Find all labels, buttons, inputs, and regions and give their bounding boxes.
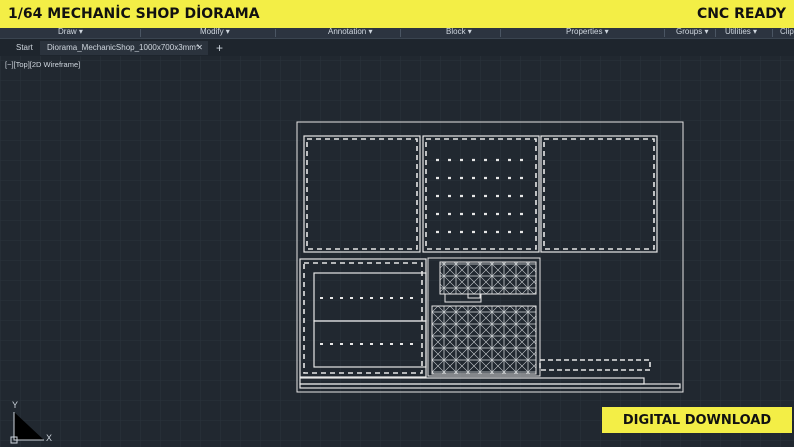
ucs-x-label: X — [46, 433, 53, 443]
menu-separator — [400, 29, 401, 37]
menu-utilities[interactable]: Utilities ▾ — [725, 28, 757, 36]
menu-groups[interactable]: Groups ▾ — [676, 28, 708, 36]
menu-separator — [275, 29, 276, 37]
roof-truss-panel — [427, 257, 541, 377]
menu-separator — [664, 29, 665, 37]
file-tab-bar: Start Diorama_MechanicShop_1000x700x3mm*… — [0, 38, 794, 56]
menu-modify[interactable]: Modify ▾ — [200, 28, 230, 36]
menu-annotation[interactable]: Annotation ▾ — [328, 28, 373, 36]
tab-file-label: Diorama_MechanicShop_1000x700x3mm* — [47, 43, 200, 52]
menu-draw[interactable]: Draw ▾ — [58, 28, 83, 36]
digital-download-badge: DIGITAL DOWNLOAD — [602, 407, 792, 433]
menu-clip[interactable]: Clip — [780, 28, 794, 36]
drawing-canvas[interactable] — [0, 0, 794, 447]
cnc-ready-badge: CNC READY — [696, 6, 786, 22]
top-banner: 1/64 MECHANİC SHOP DİORAMA CNC READY — [0, 0, 794, 28]
menu-separator — [772, 29, 773, 37]
tab-start[interactable]: Start — [6, 41, 43, 55]
menu-separator — [715, 29, 716, 37]
menu-block[interactable]: Block ▾ — [446, 28, 472, 36]
menu-properties[interactable]: Properties ▾ — [566, 28, 609, 36]
menu-separator — [500, 29, 501, 37]
ribbon-panel-bar: Draw ▾ Modify ▾ Annotation ▾ Block ▾ Pro… — [0, 28, 794, 38]
close-icon[interactable]: ✕ — [196, 41, 203, 55]
menu-separator — [140, 29, 141, 37]
viewport-controls-label[interactable]: [−][Top][2D Wireframe] — [5, 60, 80, 69]
new-tab-plus-icon[interactable]: + — [212, 41, 227, 55]
tab-active-file[interactable]: Diorama_MechanicShop_1000x700x3mm* ✕ — [40, 41, 208, 55]
banner-title: 1/64 MECHANİC SHOP DİORAMA — [8, 6, 260, 22]
ucs-y-label: Y — [12, 400, 19, 410]
